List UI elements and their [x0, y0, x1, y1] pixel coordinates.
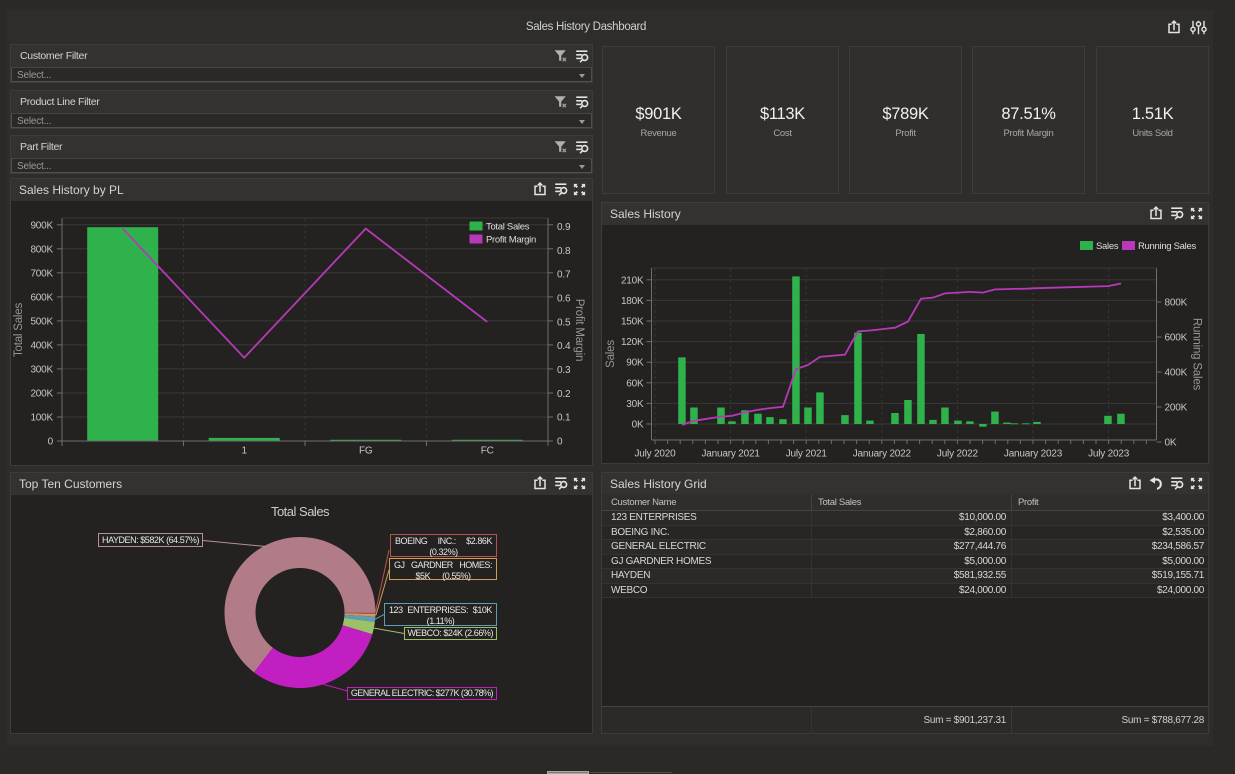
svg-text:July 2023: July 2023	[1088, 449, 1130, 460]
svg-text:0.4: 0.4	[557, 341, 571, 352]
svg-text:90K: 90K	[626, 358, 644, 369]
svg-text:60K: 60K	[626, 378, 644, 389]
svg-text:300K: 300K	[30, 364, 53, 375]
svg-text:150K: 150K	[621, 317, 644, 328]
svg-text:July 2021: July 2021	[786, 449, 828, 460]
svg-text:400K: 400K	[1165, 368, 1188, 379]
svg-text:Total Sales: Total Sales	[13, 303, 25, 358]
svg-text:Running Sales: Running Sales	[1138, 241, 1196, 252]
svg-text:Sales: Sales	[1096, 241, 1119, 252]
svg-text:500K: 500K	[30, 316, 53, 327]
svg-text:0.6: 0.6	[557, 294, 571, 305]
svg-text:800K: 800K	[30, 244, 53, 255]
svg-text:0.1: 0.1	[557, 413, 571, 424]
svg-text:0: 0	[557, 437, 563, 448]
svg-text:800K: 800K	[1165, 298, 1188, 309]
svg-text:400K: 400K	[30, 340, 53, 351]
svg-text:0.8: 0.8	[557, 246, 571, 257]
svg-text:600K: 600K	[1165, 333, 1188, 344]
svg-text:180K: 180K	[621, 296, 644, 307]
svg-text:0.5: 0.5	[557, 317, 571, 328]
svg-text:January 2021: January 2021	[701, 449, 760, 460]
svg-text:0.7: 0.7	[557, 270, 571, 281]
svg-text:700K: 700K	[30, 268, 53, 279]
svg-text:210K: 210K	[621, 275, 644, 286]
svg-text:July 2022: July 2022	[937, 449, 979, 460]
svg-text:January 2022: January 2022	[853, 449, 912, 460]
svg-text:0K: 0K	[1165, 438, 1177, 449]
svg-text:FC: FC	[481, 446, 494, 457]
svg-text:Profit Margin: Profit Margin	[486, 235, 536, 246]
svg-text:200K: 200K	[1165, 403, 1188, 414]
svg-text:0: 0	[48, 437, 54, 448]
svg-text:Sales: Sales	[605, 340, 617, 368]
svg-text:0K: 0K	[632, 420, 644, 431]
svg-text:January 2023: January 2023	[1004, 449, 1063, 460]
svg-text:0.2: 0.2	[557, 389, 571, 400]
svg-text:30K: 30K	[626, 399, 644, 410]
svg-text:Total Sales: Total Sales	[486, 222, 530, 233]
svg-text:Profit Margin: Profit Margin	[573, 299, 585, 362]
svg-text:FG: FG	[359, 446, 373, 457]
svg-text:0.3: 0.3	[557, 365, 571, 376]
svg-text:200K: 200K	[30, 389, 53, 400]
svg-text:Running Sales: Running Sales	[1191, 318, 1203, 391]
svg-text:120K: 120K	[621, 337, 644, 348]
svg-text:100K: 100K	[30, 413, 53, 424]
svg-text:1: 1	[242, 446, 248, 457]
svg-text:0.9: 0.9	[557, 222, 571, 233]
svg-text:July 2020: July 2020	[634, 449, 676, 460]
svg-text:900K: 900K	[30, 220, 53, 231]
svg-text:600K: 600K	[30, 292, 53, 303]
